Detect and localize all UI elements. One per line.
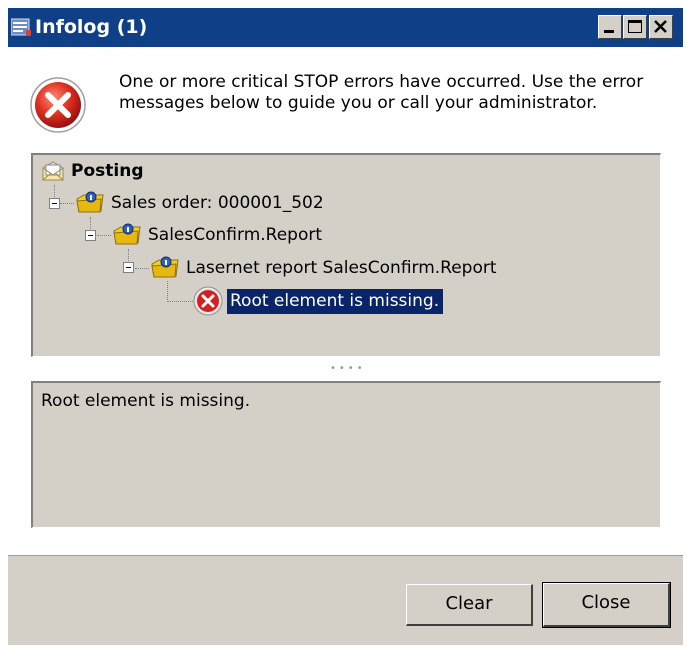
tree-label-sales-order: Sales order: 000001_502: [111, 193, 324, 213]
tree-item-lasernet-report[interactable]: Lasernet report SalesConfirm.Report: [150, 254, 497, 282]
clear-button[interactable]: Clear: [406, 584, 533, 626]
minimize-icon: [604, 30, 614, 33]
tree-label-lasernet-report: Lasernet report SalesConfirm.Report: [186, 258, 497, 278]
collapse-toggle-sales-order[interactable]: [49, 198, 60, 209]
pane-splitter[interactable]: ••••: [330, 364, 364, 374]
minimize-button[interactable]: [598, 15, 622, 39]
infolog-tree[interactable]: Posting Sales order: 000001_502 SalesCon…: [31, 153, 661, 357]
tree-item-sales-order[interactable]: Sales order: 000001_502: [75, 189, 324, 217]
info-folder-icon: [113, 223, 141, 245]
error-icon: [193, 286, 223, 316]
error-icon: [30, 77, 86, 133]
collapse-toggle-lasernet[interactable]: [123, 262, 134, 273]
message-detail-pane[interactable]: Root element is missing.: [31, 381, 661, 528]
window-title: Infolog (1): [35, 16, 148, 38]
tree-label-salesconfirm-report: SalesConfirm.Report: [148, 225, 323, 245]
close-window-button[interactable]: [649, 15, 673, 39]
info-folder-icon: [76, 191, 104, 213]
detail-text: Root element is missing.: [41, 391, 251, 411]
maximize-icon: [628, 20, 642, 33]
tree-item-posting[interactable]: Posting: [41, 157, 143, 185]
title-bar[interactable]: Infolog (1): [8, 8, 683, 47]
infolog-app-icon: [11, 18, 31, 36]
collapse-toggle-salesconfirm[interactable]: [85, 230, 96, 241]
tree-item-root-element-missing[interactable]: Root element is missing.: [193, 286, 444, 316]
dialog-content: One or more critical STOP errors have oc…: [8, 47, 683, 555]
button-bar: Clear Close: [8, 555, 683, 645]
error-message: One or more critical STOP errors have oc…: [119, 72, 644, 113]
maximize-button[interactable]: [623, 15, 647, 39]
tree-item-salesconfirm-report[interactable]: SalesConfirm.Report: [112, 221, 322, 249]
close-icon: [654, 20, 667, 33]
tree-label-root-element-missing: Root element is missing.: [227, 288, 444, 314]
envelope-icon: [42, 161, 64, 181]
tree-label-posting: Posting: [71, 161, 144, 181]
infolog-window: Infolog (1) One or more critical STOP er…: [8, 8, 683, 645]
close-button[interactable]: Close: [542, 582, 671, 628]
info-folder-icon: [151, 256, 179, 278]
